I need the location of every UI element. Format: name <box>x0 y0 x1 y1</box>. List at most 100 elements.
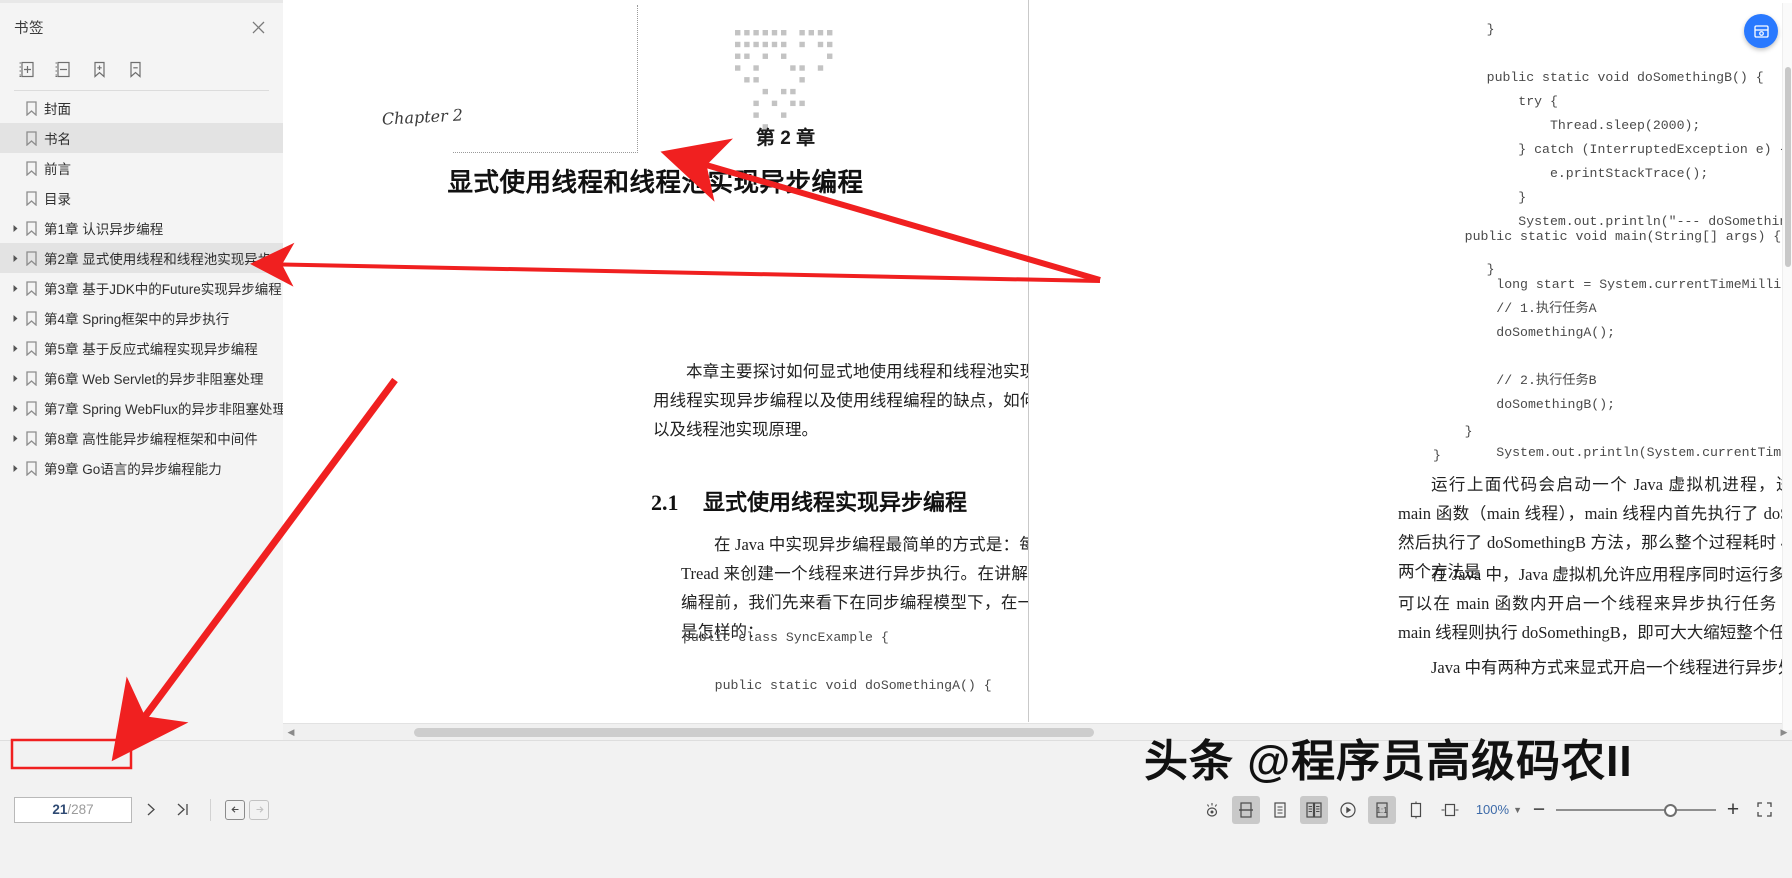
svg-text:1:1: 1:1 <box>1376 806 1388 815</box>
bookmark-item[interactable]: 第9章 Go语言的异步编程能力 <box>0 453 283 483</box>
vertical-scrollbar-thumb[interactable] <box>1785 67 1791 267</box>
bookmark-item-label: 封面 <box>44 102 71 117</box>
bookmark-item[interactable]: 第7章 Spring WebFlux的异步非阻塞处理 <box>0 393 283 423</box>
actual-size-icon[interactable]: 1:1 <box>1367 795 1396 824</box>
chevron-right-icon[interactable] <box>8 344 22 353</box>
bookmark-icon <box>22 130 40 146</box>
bookmark-item-label: 第7章 Spring WebFlux的异步非阻塞处理 <box>44 402 283 417</box>
zoom-in-button[interactable]: + <box>1722 799 1744 820</box>
bookmark-item-label: 第8章 高性能异步编程框架和中间件 <box>44 432 258 447</box>
bookmark-item[interactable]: 第2章 显式使用线程和线程池实现异步编程 <box>0 243 283 273</box>
expand-all-icon[interactable] <box>12 54 42 84</box>
code-block-right-main: public static void main(String[] args) {… <box>1464 229 1792 460</box>
bookmark-item-label: 第5章 基于反应式编程实现异步编程 <box>44 342 258 357</box>
chapter-opener-frame <box>453 5 638 153</box>
remove-bookmark-icon[interactable] <box>120 54 150 84</box>
bookmarks-sidebar: 书签 封面 书名 前言 目录 第1章 认识异步编程 第2章 显式使用线程和线程池… <box>0 0 283 740</box>
section-number: 2.1 <box>651 490 679 515</box>
chevron-right-icon[interactable] <box>8 464 22 473</box>
page-number-input[interactable]: 21 / 287 <box>14 796 132 823</box>
fit-page-icon[interactable] <box>1402 796 1430 824</box>
bookmark-icon <box>22 160 40 176</box>
zoom-level-label[interactable]: 100% <box>1476 802 1509 817</box>
zoom-slider-knob[interactable] <box>1664 803 1677 817</box>
add-bookmark-icon[interactable] <box>84 54 114 84</box>
close-icon[interactable] <box>247 16 269 38</box>
chevron-right-icon[interactable] <box>8 284 22 293</box>
bookmark-item[interactable]: 前言 <box>0 153 283 183</box>
watermark-text: 头条 @程序员高级码农II <box>1144 737 1633 786</box>
bookmark-item[interactable]: 第3章 基于JDK中的Future实现异步编程 <box>0 273 283 303</box>
double-page-icon[interactable] <box>1299 795 1328 824</box>
bookmark-item-label: 第4章 Spring框架中的异步执行 <box>44 312 230 327</box>
bookmark-list[interactable]: 封面书名前言目录第1章 认识异步编程第2章 显式使用线程和线程池实现异步编程 第3… <box>0 93 283 733</box>
bookmark-item[interactable]: 第5章 基于反应式编程实现异步编程 <box>0 333 283 363</box>
sidebar-toolbar <box>0 50 283 88</box>
fullscreen-icon[interactable] <box>1750 796 1778 824</box>
chapter-script-label: Chapter 2 <box>381 105 464 129</box>
bookmark-item[interactable]: 第1章 认识异步编程 <box>0 213 283 243</box>
bookmark-item-label: 第3章 基于JDK中的Future实现异步编程 <box>44 282 282 297</box>
navigate-back-icon[interactable] <box>225 799 245 820</box>
section-title: 显式使用线程实现异步编程 <box>703 490 968 515</box>
total-page-count: 287 <box>71 802 94 817</box>
bookmark-icon <box>22 370 40 386</box>
bookmark-item-label: 第1章 认识异步编程 <box>44 222 164 237</box>
sidebar-top-line <box>0 0 283 3</box>
bookmark-icon <box>22 340 40 356</box>
fit-width-icon[interactable] <box>1436 796 1464 824</box>
slideshow-icon[interactable] <box>1334 796 1362 824</box>
bookmark-item[interactable]: 目录 <box>0 183 283 213</box>
zoom-slider[interactable] <box>1556 801 1716 819</box>
code-block-right-tail: } } <box>1433 424 1473 463</box>
bookmark-item[interactable]: 第4章 Spring框架中的异步执行 <box>0 303 283 333</box>
single-page-icon[interactable] <box>1266 796 1294 824</box>
bookmark-item-label: 第2章 显式使用线程和线程池实现异步编程 <box>44 252 283 267</box>
chevron-right-icon[interactable] <box>8 254 22 263</box>
chevron-right-icon[interactable] <box>136 796 164 824</box>
navigate-forward-icon[interactable] <box>249 799 269 820</box>
vertical-scrollbar[interactable] <box>1782 3 1792 730</box>
zoom-out-button[interactable]: − <box>1528 799 1550 820</box>
bookmark-item-label: 目录 <box>44 192 71 207</box>
bookmark-item[interactable]: 第8章 高性能异步编程框架和中间件 <box>0 423 283 453</box>
sidebar-header: 书签 <box>0 6 283 48</box>
collapse-all-icon[interactable] <box>48 54 78 84</box>
chevron-right-icon[interactable] <box>8 374 22 383</box>
scroll-left-icon[interactable]: ◀ <box>283 724 299 741</box>
pdf-page-left: Chapter 2 第 2 章 显式使用线程和线程池实现异步编程 本章主要探讨如… <box>283 0 1253 740</box>
toolbar-right-group: 1:1 100% ▼ − + <box>1198 795 1778 824</box>
scan-document-icon[interactable] <box>1744 14 1778 48</box>
chapter-number: 第 2 章 <box>756 128 816 149</box>
bookmark-item-label: 第6章 Web Servlet的异步非阻塞处理 <box>44 372 264 387</box>
chevron-right-icon[interactable] <box>8 314 22 323</box>
pdf-page-viewer[interactable]: Chapter 2 第 2 章 显式使用线程和线程池实现异步编程 本章主要探讨如… <box>283 0 1792 740</box>
bookmark-icon <box>22 220 40 236</box>
bookmark-item[interactable]: 书名 <box>0 123 283 153</box>
right-paragraph-2: 在 Java 中，Java 虚拟机允许应用程序同时运行多个执行线程，所以可以在 … <box>1398 565 1792 642</box>
bookmark-item[interactable]: 封面 <box>0 93 283 123</box>
chevron-right-icon[interactable] <box>8 434 22 443</box>
continuous-scroll-icon[interactable] <box>1231 795 1260 824</box>
bookmark-item-label: 书名 <box>44 132 71 147</box>
bookmark-icon <box>22 310 40 326</box>
current-page-number: 21 <box>52 802 68 817</box>
pdf-reader-window: 书签 封面 书名 前言 目录 第1章 认识异步编程 第2章 显式使用线程和线程池… <box>0 0 1792 878</box>
read-mode-icon[interactable] <box>1198 796 1226 824</box>
bookmark-icon <box>22 460 40 476</box>
chevron-down-icon[interactable]: ▼ <box>1513 805 1522 815</box>
chevron-right-icon[interactable] <box>8 224 22 233</box>
section-heading: 2.1 显式使用线程实现异步编程 <box>651 485 967 517</box>
bookmark-icon <box>22 100 40 116</box>
toolbar-separator <box>210 798 211 821</box>
go-to-last-page-icon[interactable] <box>168 796 196 824</box>
chevron-right-icon[interactable] <box>8 404 22 413</box>
bookmark-item[interactable]: 第6章 Web Servlet的异步非阻塞处理 <box>0 363 283 393</box>
chapter-title: 显式使用线程和线程池实现异步编程 <box>447 169 864 197</box>
sidebar-title: 书签 <box>14 20 44 37</box>
zoom-slider-track <box>1556 808 1716 811</box>
horizontal-scrollbar-thumb[interactable] <box>414 727 1094 737</box>
right-paragraph-3: Java 中有两种方式来显式开启一个线程进行异步处理。第一种是 <box>1431 658 1792 677</box>
bookmark-item-label: 前言 <box>44 162 71 177</box>
sidebar-divider <box>14 90 269 91</box>
